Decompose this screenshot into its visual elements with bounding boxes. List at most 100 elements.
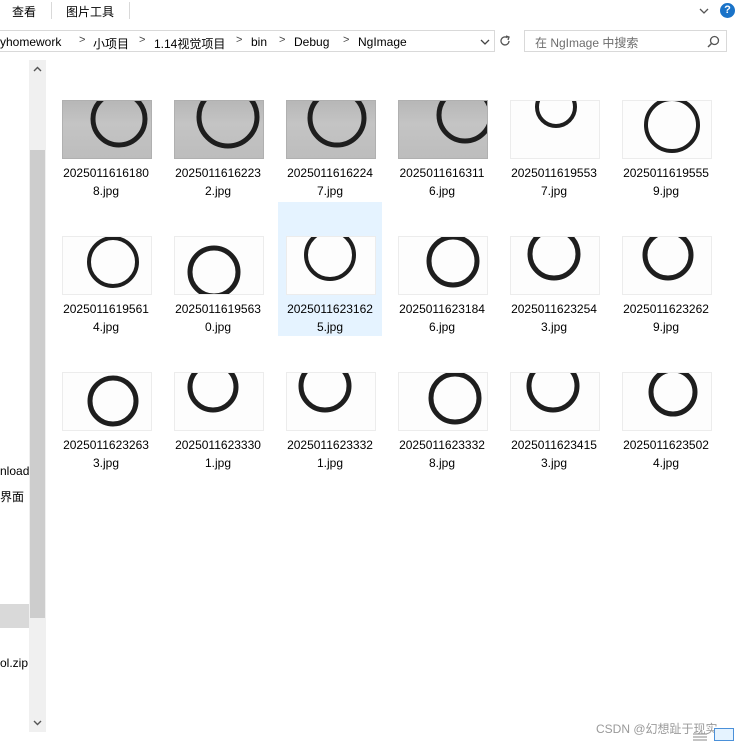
file-tile[interactable]: 2025011623184 6.jpg xyxy=(390,236,494,370)
search-box[interactable]: 在 NgImage 中搜索 xyxy=(524,30,727,52)
details-view-icon[interactable] xyxy=(693,733,707,741)
file-name-line1: 2025011619561 xyxy=(63,302,149,316)
file-tile[interactable]: 2025011623254 3.jpg xyxy=(502,236,606,370)
breadcrumb-yhomework[interactable]: yhomework xyxy=(0,35,61,49)
file-name-line1: 2025011616224 xyxy=(287,166,373,180)
help-icon[interactable]: ? xyxy=(720,3,735,18)
file-name: 2025011616180 8.jpg xyxy=(54,164,158,200)
file-tile[interactable]: 2025011623332 1.jpg xyxy=(278,372,382,506)
file-name-line1: 2025011623162 xyxy=(287,302,373,316)
file-name-line2: 3.jpg xyxy=(92,456,120,470)
file-name-line2: 4.jpg xyxy=(652,456,680,470)
file-thumbnail xyxy=(62,372,152,431)
file-name: 2025011623415 3.jpg xyxy=(502,436,606,472)
file-name: 2025011623184 6.jpg xyxy=(390,300,494,336)
file-tile[interactable]: 2025011616180 8.jpg xyxy=(54,100,158,234)
nav-item-desktop[interactable]: 界面 xyxy=(0,488,24,505)
file-thumbnail xyxy=(510,100,600,159)
scroll-up-icon[interactable] xyxy=(32,64,43,75)
file-name: 2025011623263 3.jpg xyxy=(54,436,158,472)
refresh-icon[interactable] xyxy=(498,34,512,48)
nav-scrollbar[interactable] xyxy=(29,60,46,732)
breadcrumb-ngimage[interactable]: NgImage xyxy=(358,35,407,49)
file-name-line1: 2025011619553 xyxy=(511,166,597,180)
file-thumbnail xyxy=(622,100,712,159)
chevron-down-icon[interactable] xyxy=(697,4,711,18)
file-name-line2: 5.jpg xyxy=(316,320,344,334)
breadcrumb-vision-project[interactable]: 1.14视觉项目 xyxy=(154,35,225,52)
file-name-line1: 2025011623184 xyxy=(399,302,485,316)
file-name-line2: 8.jpg xyxy=(428,456,456,470)
file-tile[interactable]: 2025011619563 0.jpg xyxy=(166,236,270,370)
nav-item-selected[interactable] xyxy=(0,604,29,628)
tab-picture-tools[interactable]: 图片工具 xyxy=(66,3,114,20)
file-tile[interactable]: 2025011623162 5.jpg xyxy=(278,202,382,336)
tab-view[interactable]: 查看 xyxy=(12,3,36,20)
file-name-line1: 2025011623263 xyxy=(63,438,149,452)
file-name: 2025011623330 1.jpg xyxy=(166,436,270,472)
tab-divider xyxy=(51,2,52,19)
file-name-line2: 3.jpg xyxy=(540,320,568,334)
address-bar[interactable]: yhomework > 小项目 > 1.14视觉项目 > bin > Debug… xyxy=(0,30,495,52)
file-name: 2025011616223 2.jpg xyxy=(166,164,270,200)
file-name-line2: 6.jpg xyxy=(428,320,456,334)
breadcrumb-separator-icon[interactable]: > xyxy=(279,34,285,46)
file-thumbnail xyxy=(174,100,264,159)
file-tile[interactable]: 2025011623262 9.jpg xyxy=(614,236,718,370)
ribbon: 查看 图片工具 ? xyxy=(0,0,736,22)
file-name: 2025011619563 0.jpg xyxy=(166,300,270,336)
file-name-line2: 9.jpg xyxy=(652,184,680,198)
file-name: 2025011623502 4.jpg xyxy=(614,436,718,472)
file-tile[interactable]: 2025011616311 6.jpg xyxy=(390,100,494,234)
file-tile[interactable]: 2025011623415 3.jpg xyxy=(502,372,606,506)
breadcrumb-debug[interactable]: Debug xyxy=(294,35,329,49)
large-icons-view-icon[interactable] xyxy=(714,728,734,741)
file-name: 2025011623254 3.jpg xyxy=(502,300,606,336)
file-tile[interactable]: 2025011619553 7.jpg xyxy=(502,100,606,234)
file-name-line2: 2.jpg xyxy=(204,184,232,198)
breadcrumb-separator-icon[interactable]: > xyxy=(79,34,85,46)
file-thumbnail xyxy=(510,372,600,431)
file-thumbnail xyxy=(174,236,264,295)
file-name: 2025011616224 7.jpg xyxy=(278,164,382,200)
file-name: 2025011623262 9.jpg xyxy=(614,300,718,336)
file-thumbnail xyxy=(622,372,712,431)
file-tile[interactable]: 2025011623263 3.jpg xyxy=(54,372,158,506)
file-thumbnail xyxy=(398,100,488,159)
search-input[interactable]: 在 NgImage 中搜索 xyxy=(535,34,638,51)
file-tile[interactable]: 2025011619555 9.jpg xyxy=(614,100,718,234)
scroll-down-icon[interactable] xyxy=(32,717,43,728)
file-name: 2025011619561 4.jpg xyxy=(54,300,158,336)
file-name: 2025011623332 1.jpg xyxy=(278,436,382,472)
file-name-line2: 4.jpg xyxy=(92,320,120,334)
file-tile[interactable]: 2025011616223 2.jpg xyxy=(166,100,270,234)
file-thumbnail xyxy=(62,236,152,295)
file-name-line2: 7.jpg xyxy=(316,184,344,198)
file-name-line1: 2025011623332 xyxy=(399,438,485,452)
file-tile[interactable]: 2025011623330 1.jpg xyxy=(166,372,270,506)
breadcrumb-separator-icon[interactable]: > xyxy=(139,34,145,46)
search-icon[interactable] xyxy=(707,35,720,48)
breadcrumb-separator-icon[interactable]: > xyxy=(236,34,242,46)
file-name-line1: 2025011623262 xyxy=(623,302,709,316)
file-thumbnail xyxy=(622,236,712,295)
file-name-line1: 2025011623332 xyxy=(287,438,373,452)
address-row: yhomework > 小项目 > 1.14视觉项目 > bin > Debug… xyxy=(0,28,736,54)
file-thumbnail xyxy=(286,236,376,295)
chevron-down-icon[interactable] xyxy=(480,37,490,47)
breadcrumb-small-projects[interactable]: 小项目 xyxy=(93,35,129,52)
file-name-line1: 2025011619563 xyxy=(175,302,261,316)
file-name-line2: 8.jpg xyxy=(92,184,120,198)
file-tile[interactable]: 2025011623502 4.jpg xyxy=(614,372,718,506)
file-name-line1: 2025011623415 xyxy=(511,438,597,452)
file-name-line1: 2025011616311 xyxy=(399,166,485,180)
file-name-line2: 1.jpg xyxy=(316,456,344,470)
nav-item-zip[interactable]: ol.zip xyxy=(0,656,28,670)
scrollbar-thumb[interactable] xyxy=(30,150,45,618)
file-tile[interactable]: 2025011623332 8.jpg xyxy=(390,372,494,506)
breadcrumb-separator-icon[interactable]: > xyxy=(343,34,349,46)
file-name: 2025011619553 7.jpg xyxy=(502,164,606,200)
breadcrumb-bin[interactable]: bin xyxy=(251,35,267,49)
nav-item-downloads[interactable]: nload xyxy=(0,464,29,478)
file-tile[interactable]: 2025011619561 4.jpg xyxy=(54,236,158,370)
